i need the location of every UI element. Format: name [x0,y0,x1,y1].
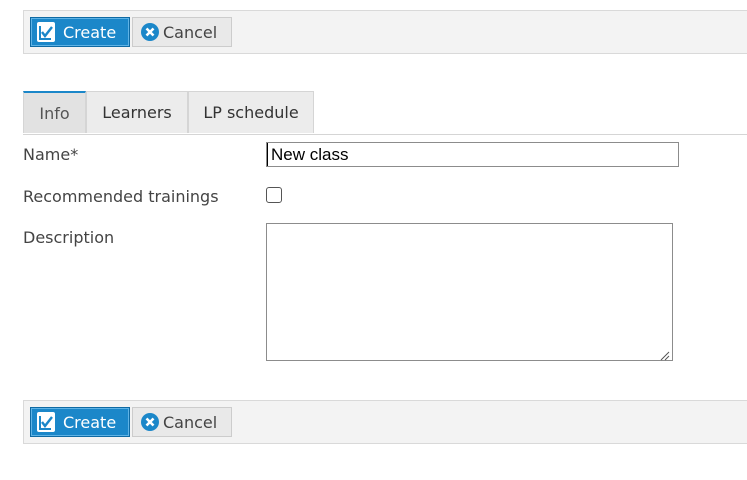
create-button[interactable]: Create [30,17,130,47]
document-check-icon [37,412,55,432]
create-class-page: Create Cancel Info Learners LP schedule … [0,0,747,480]
recommended-trainings-checkbox[interactable] [266,187,282,203]
tab-bar: Info Learners LP schedule [23,91,747,135]
resize-handle-icon[interactable] [658,346,670,361]
tab-lp-schedule-label: LP schedule [203,103,299,122]
tab-lp-schedule[interactable]: LP schedule [188,91,314,133]
description-field[interactable] [266,223,673,361]
cancel-button-label: Cancel [163,412,218,432]
close-circle-icon [141,23,159,41]
cancel-button-label: Cancel [163,22,218,42]
top-toolbar: Create Cancel [23,10,747,54]
tab-learners-label: Learners [102,103,172,122]
document-check-icon [37,22,55,42]
tab-learners[interactable]: Learners [86,91,188,133]
recommended-trainings-label: Recommended trainings [23,187,219,206]
create-button[interactable]: Create [30,407,130,437]
description-label: Description [23,228,115,247]
close-circle-icon [141,413,159,431]
name-label: Name* [23,145,79,164]
tab-info-label: Info [39,103,70,123]
bottom-toolbar: Create Cancel [23,400,747,444]
cancel-button[interactable]: Cancel [132,407,232,437]
cancel-button[interactable]: Cancel [132,17,232,47]
create-button-label: Create [63,22,117,42]
name-field[interactable] [266,142,679,167]
create-button-label: Create [63,412,117,432]
tab-info[interactable]: Info [23,91,86,133]
